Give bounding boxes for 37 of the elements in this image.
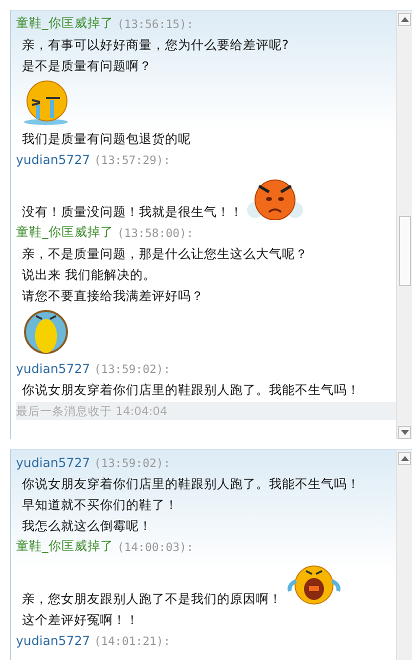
last-message-status: 最后一条消息收于 14:04:04 [16, 402, 396, 420]
sender-name: 童鞋_你匡威掉了 [16, 15, 114, 32]
caret-up-icon [400, 456, 408, 461]
scroll-up-button[interactable] [398, 452, 411, 465]
pouting-face-icon [22, 308, 70, 356]
scroll-thumb[interactable] [398, 216, 410, 286]
message-text: 没有！质量没问题！我就是很生气！！ [22, 203, 243, 221]
sender-name: yudian5727 [16, 633, 90, 648]
message-time: (13:59:02): [94, 362, 170, 376]
message-text: 你说女朋友穿着你们店里的鞋跟别人跑了。我能不生气吗！ [22, 381, 360, 399]
message-text: 亲，有事可以好好商量，您为什么要给差评呢? [22, 36, 289, 54]
message-time: (13:59:02): [94, 456, 170, 470]
sender-name: yudian5727 [16, 361, 90, 376]
message-text: 说出来 我们能解决的。 [22, 266, 156, 284]
message-text: 你说女朋友穿着你们店里的鞋跟别人跑了。我能不生气吗！ [22, 475, 360, 493]
message-time: (13:58:00): [117, 226, 194, 240]
message-time: (13:57:29): [94, 152, 170, 166]
scroll-up-button[interactable] [398, 13, 411, 26]
message-text: 我怎么就这么倒霉呢！ [22, 517, 152, 535]
scroll-down-button[interactable] [398, 426, 411, 439]
sender-name: 童鞋_你匡威掉了 [16, 224, 114, 241]
sender-name: 童鞋_你匡威掉了 [16, 538, 114, 555]
sender-name: yudian5727 [16, 455, 90, 470]
message-text: 早知道就不买你们的鞋了！ [22, 496, 178, 514]
message-time: (14:00:03): [117, 540, 194, 554]
message-text: 亲，不是质量问题，那是什么让您生这么大气呢？ [22, 245, 308, 263]
message-text: 请您不要直接给我满差评好吗？ [22, 287, 204, 305]
sobbing-face-icon [22, 78, 70, 126]
message-text: 亲，您女朋友跟别人跑了不是我们的原因啊！ [22, 590, 282, 608]
caret-up-icon [400, 17, 408, 22]
message-text: 我们是质量有问题包退货的呢 [22, 130, 191, 148]
sender-name: yudian5727 [16, 152, 90, 167]
caret-down-icon [400, 430, 408, 435]
message-time: (14:01:21): [94, 634, 170, 648]
message-text: 是不是质量有问题啊？ [22, 57, 152, 75]
message-text: 这个差评好冤啊！！ [22, 611, 139, 629]
message-time: (13:56:15): [117, 16, 194, 30]
